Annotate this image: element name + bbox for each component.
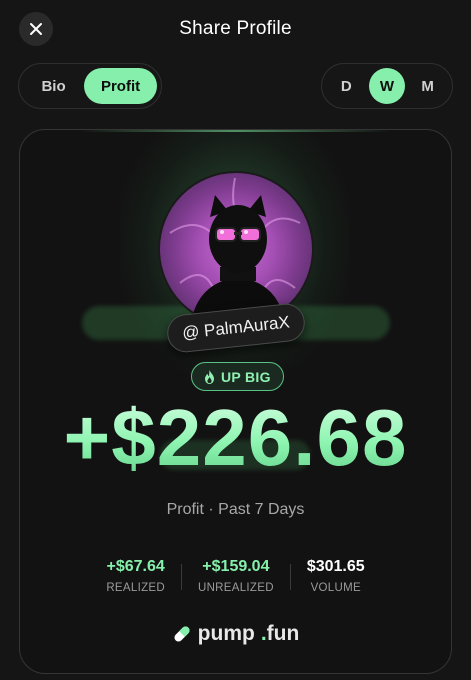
profit-amount: +$226.68 bbox=[20, 392, 451, 484]
stat-volume: $301.65 VOLUME bbox=[291, 558, 381, 594]
stat-label: VOLUME bbox=[310, 582, 361, 594]
flame-icon bbox=[205, 369, 214, 384]
period-day-button[interactable]: D bbox=[328, 68, 365, 104]
tab-profit[interactable]: Profit bbox=[84, 68, 157, 104]
stat-value: +$159.04 bbox=[202, 558, 270, 575]
stats-row: +$67.64 REALIZED +$159.04 UNREALIZED $30… bbox=[20, 558, 451, 594]
pill-icon bbox=[174, 626, 190, 642]
view-toggle: Bio Profit bbox=[18, 63, 162, 109]
profit-period-label: Profit · Past 7 Days bbox=[166, 501, 305, 518]
stat-label: REALIZED bbox=[106, 582, 165, 594]
stat-unrealized: +$159.04 UNREALIZED bbox=[182, 558, 290, 594]
period-week-button[interactable]: W bbox=[368, 68, 406, 104]
brand-logo: pump. fun bbox=[20, 622, 451, 646]
status-badge: UP BIG bbox=[191, 362, 284, 391]
stat-value: +$67.64 bbox=[106, 558, 165, 575]
profit-card: @ PalmAuraX UP BIG +$226.68 Profit · Pas… bbox=[19, 129, 452, 674]
period-toggle: D W M bbox=[321, 63, 453, 109]
stat-label: UNREALIZED bbox=[197, 582, 274, 594]
page-title: Share Profile bbox=[179, 18, 292, 39]
brand-name-a: pump bbox=[197, 622, 255, 645]
period-month-button[interactable]: M bbox=[409, 68, 446, 104]
tab-bio[interactable]: Bio bbox=[23, 68, 84, 104]
badge-label: UP BIG bbox=[221, 368, 271, 385]
stat-value: $301.65 bbox=[306, 558, 365, 575]
card-top-highlight bbox=[80, 130, 390, 132]
stat-realized: +$67.64 REALIZED bbox=[90, 558, 181, 594]
share-profile-screen: Share Profile Bio Profit D W M @ PalmAur… bbox=[0, 0, 471, 680]
brand-name-b: fun bbox=[266, 622, 300, 645]
